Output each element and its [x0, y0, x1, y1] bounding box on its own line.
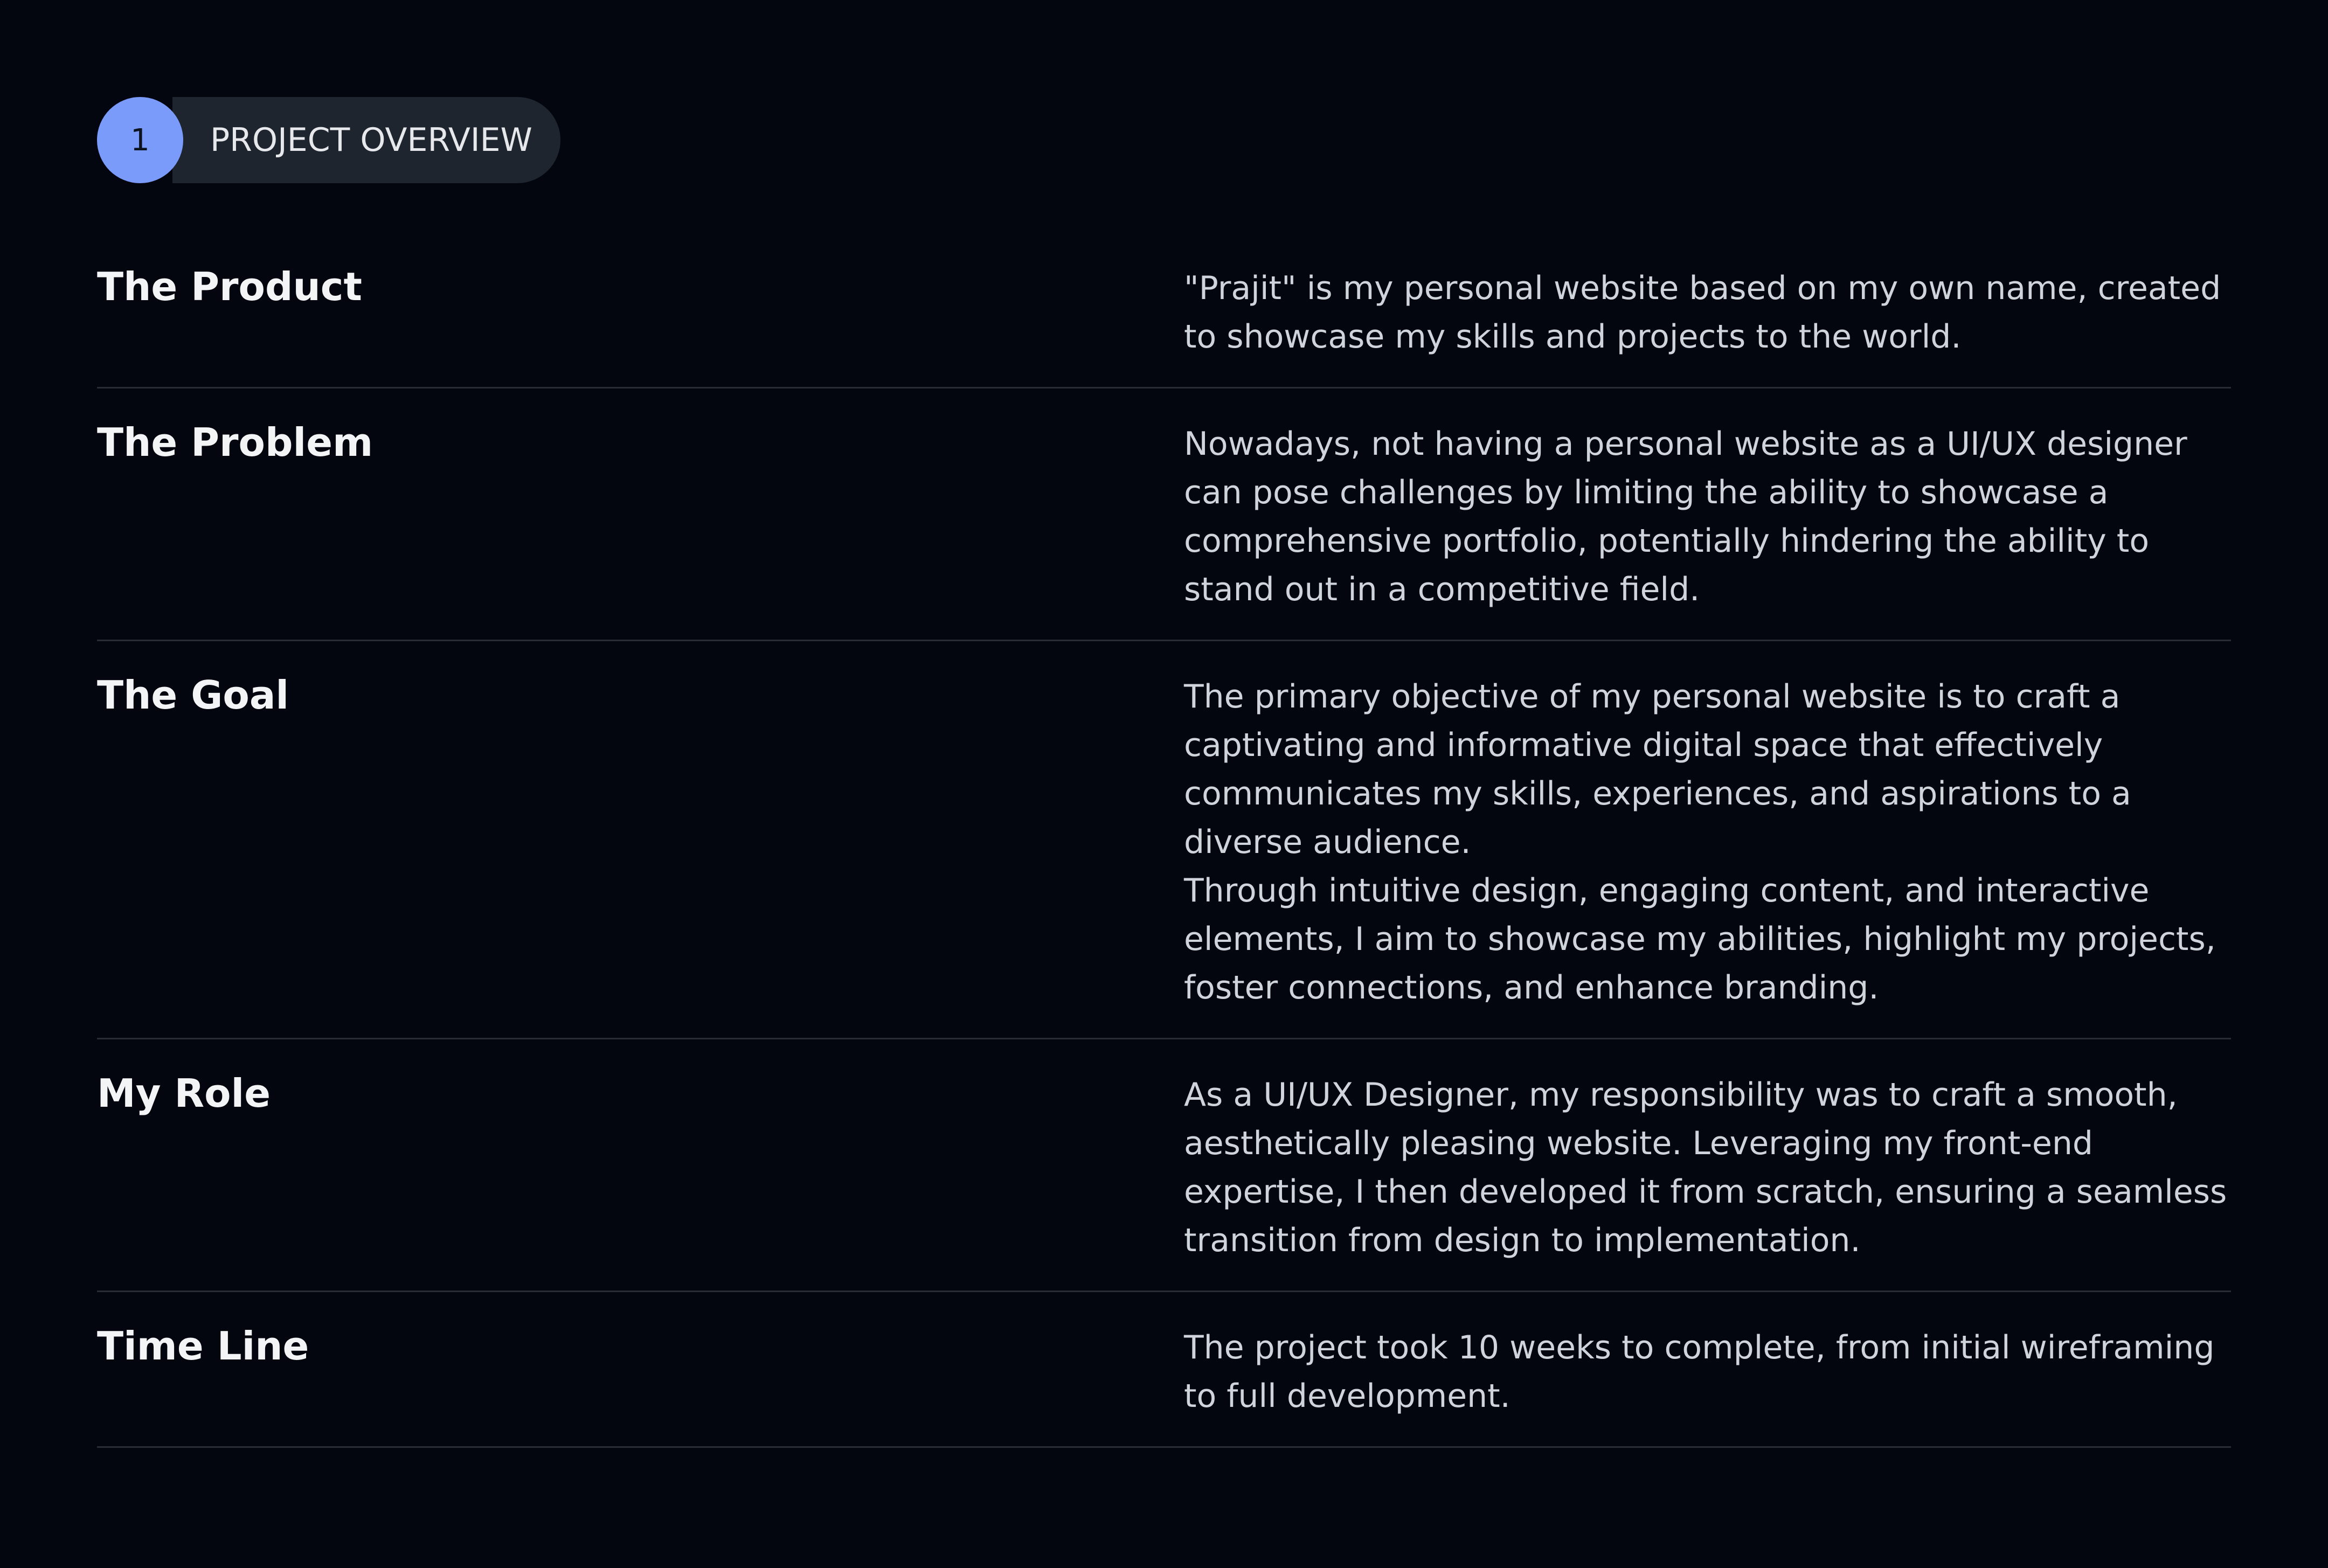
row-description: The project took 10 weeks to complete, f…	[1184, 1329, 2215, 1415]
row-title: The Product	[97, 264, 362, 309]
section-number-badge: 1	[97, 97, 183, 183]
project-overview-page: 1 PROJECT OVERVIEW The Product "Prajit" …	[0, 0, 2328, 1568]
overview-row-role: My Role As a UI/UX Designer, my responsi…	[97, 1039, 2231, 1292]
overview-row-goal: The Goal The primary objective of my per…	[97, 641, 2231, 1039]
row-description: The primary objective of my personal web…	[1184, 678, 2216, 1007]
overview-row-product: The Product "Prajit" is my personal webs…	[97, 259, 2231, 388]
section-title: PROJECT OVERVIEW	[172, 97, 560, 183]
overview-row-timeline: Time Line The project took 10 weeks to c…	[97, 1292, 2231, 1448]
overview-row-problem: The Problem Nowadays, not having a perso…	[97, 388, 2231, 641]
row-title: The Goal	[97, 672, 289, 718]
row-description: "Prajit" is my personal website based on…	[1184, 269, 2221, 356]
overview-list: The Product "Prajit" is my personal webs…	[97, 259, 2231, 1448]
row-title: The Problem	[97, 420, 373, 465]
row-description: Nowadays, not having a personal website …	[1184, 425, 2187, 608]
row-title: My Role	[97, 1071, 271, 1116]
row-title: Time Line	[97, 1323, 309, 1369]
section-header: 1 PROJECT OVERVIEW	[97, 97, 560, 183]
row-description: As a UI/UX Designer, my responsibility w…	[1184, 1076, 2227, 1259]
